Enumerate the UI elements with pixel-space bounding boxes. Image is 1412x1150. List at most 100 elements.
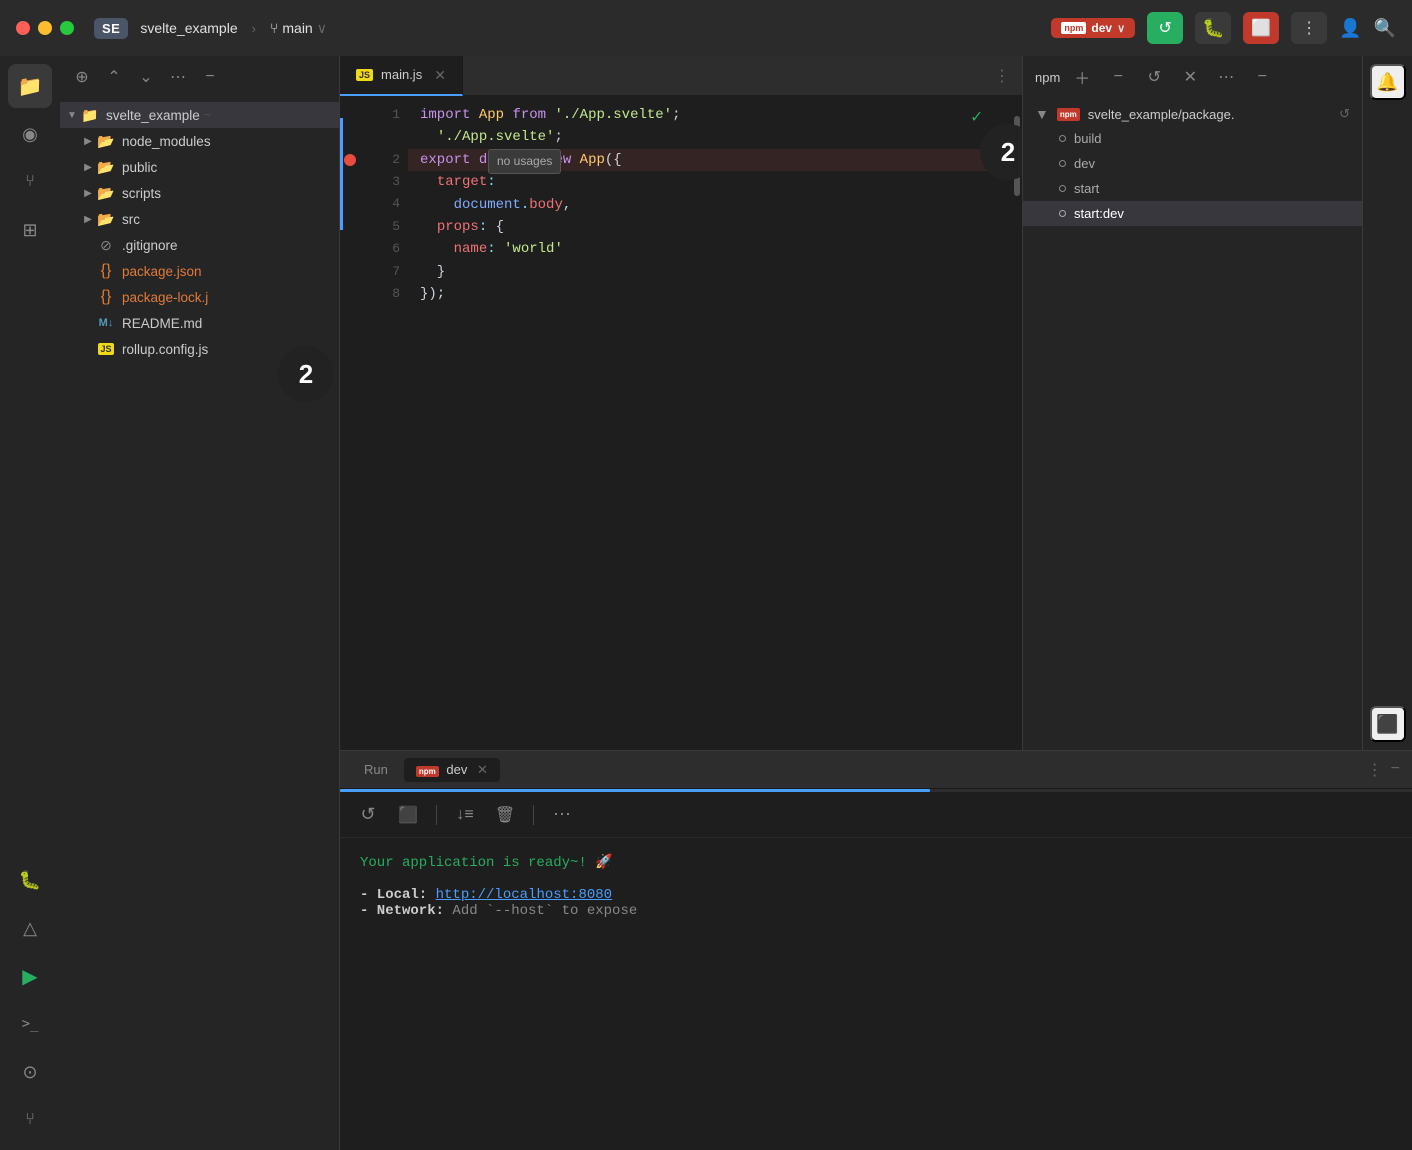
sidebar-item-extensions[interactable]: ⊞ <box>8 208 52 252</box>
more-options-sidebar-button[interactable]: ⋯ <box>164 63 192 91</box>
window-layout-button[interactable]: ⬜ <box>1243 12 1279 44</box>
package-lock-icon: {} <box>96 287 116 307</box>
extensions-icon: ⊞ <box>22 220 37 241</box>
branch-icon: ⑂ <box>25 173 35 191</box>
delete-button[interactable]: 🗑 <box>489 799 521 831</box>
maximize-button[interactable] <box>60 21 74 35</box>
dev-badge[interactable]: npm dev ∨ <box>1051 18 1135 38</box>
expand-button[interactable]: ⌄ <box>132 63 160 91</box>
tree-item-src[interactable]: ▶ 📂 src <box>60 206 339 232</box>
bottom-toolbar: ↺ ⬛ ↓≡ 🗑 ⋯ <box>340 792 1412 838</box>
sidebar-item-git[interactable]: ⑂ <box>8 1098 52 1142</box>
new-file-button[interactable]: ⊕ <box>68 63 96 91</box>
sidebar-item-terminal[interactable]: >_ <box>8 1002 52 1046</box>
search-icon[interactable]: 🔍 <box>1374 18 1396 39</box>
rerun-button[interactable]: ↺ <box>352 799 384 831</box>
tab-label: main.js <box>381 67 422 82</box>
right-bell-button[interactable]: 🔔 <box>1370 64 1406 100</box>
editor-area: 2 JS main.js ✕ ⋮ <box>340 56 1022 750</box>
branch-name[interactable]: ⑂ main ∨ <box>270 20 327 37</box>
terminal-local-line: - Local: http://localhost:8080 <box>360 887 1392 903</box>
collapse-button[interactable]: ⌃ <box>100 63 128 91</box>
tree-root-arrow: ▼ <box>64 107 80 123</box>
npm-stop-button[interactable]: ✕ <box>1176 63 1204 91</box>
minimize-sidebar-button[interactable]: − <box>196 63 224 91</box>
more-options-button[interactable]: ⋮ <box>1291 12 1327 44</box>
rollup-icon: JS <box>96 339 116 359</box>
line-num-2: 2 <box>360 149 400 171</box>
active-line-indicator <box>340 118 343 230</box>
more-bottom-button[interactable]: ⋯ <box>546 799 578 831</box>
tab-dev[interactable]: npm dev ✕ <box>404 758 500 782</box>
tree-item-readme[interactable]: ▶ M↓ README.md <box>60 310 339 336</box>
line-num-4: 4 <box>360 194 400 216</box>
npm-more-button[interactable]: ⋯ <box>1212 63 1240 91</box>
tree-item-public[interactable]: ▶ 📂 public <box>60 154 339 180</box>
npm-root-item[interactable]: ▼ npm svelte_example/package. ↺ <box>1023 102 1362 126</box>
bottom-minimize-icon[interactable]: − <box>1391 760 1400 780</box>
npm-scroll-icon: ↺ <box>1339 106 1350 122</box>
line-num-1: 1 <box>360 104 400 126</box>
node-modules-arrow: ▶ <box>80 133 96 149</box>
person-icon[interactable]: 👤 <box>1339 18 1361 39</box>
bottom-tabs: Run npm dev ✕ ⋮ − <box>340 751 1412 789</box>
sidebar-item-debug[interactable]: 🐛 <box>8 858 52 902</box>
tree-item-gitignore[interactable]: ▶ ⊘ .gitignore <box>60 232 339 258</box>
tree-item-scripts[interactable]: ▶ 📂 scripts <box>60 180 339 206</box>
npm-add-button[interactable]: ＋ <box>1068 63 1096 91</box>
package-json-icon: {} <box>96 261 116 281</box>
npm-script-start-dev[interactable]: start:dev <box>1023 201 1362 226</box>
line-num-8: 8 <box>360 283 400 305</box>
readme-label: README.md <box>122 316 202 331</box>
npm-script-start[interactable]: start <box>1023 176 1362 201</box>
local-url-link[interactable]: http://localhost:8080 <box>436 887 612 903</box>
code-editor[interactable]: ✓ import App from './App.svelte' ; <box>408 96 1012 750</box>
gitignore-label: .gitignore <box>122 238 178 253</box>
npm-minus-button[interactable]: − <box>1104 63 1132 91</box>
line-num-6: 6 <box>360 238 400 260</box>
tree-item-node-modules[interactable]: ▶ 📂 node_modules <box>60 128 339 154</box>
node-modules-label: node_modules <box>122 134 211 149</box>
tree-item-package-lock[interactable]: ▶ {} package-lock.j <box>60 284 339 310</box>
sidebar-item-notifications[interactable]: △ <box>8 906 52 950</box>
sidebar-item-explorer[interactable]: 📁 <box>8 64 52 108</box>
stop-button[interactable]: ⬛ <box>392 799 424 831</box>
editor-more-icon[interactable]: ⋮ <box>994 66 1010 86</box>
npm-root-icon: npm <box>1057 108 1080 121</box>
minimize-button[interactable] <box>38 21 52 35</box>
sidebar-item-run[interactable]: ▶ <box>8 954 52 998</box>
tree-item-rollup[interactable]: ▶ JS rollup.config.js <box>60 336 339 362</box>
scripts-folder-icon: 📂 <box>96 183 116 203</box>
editor-scrollbar[interactable] <box>1012 96 1022 750</box>
bottom-more-icon[interactable]: ⋮ <box>1367 760 1383 780</box>
npm-refresh-button[interactable]: ↺ <box>1140 63 1168 91</box>
sidebar-item-branches[interactable]: ⑂ <box>8 160 52 204</box>
sidebar-item-alerts[interactable]: ⊙ <box>8 1050 52 1094</box>
right-layout-button[interactable]: ⬛ <box>1370 706 1406 742</box>
tree-item-package-json[interactable]: ▶ {} package.json <box>60 258 339 284</box>
debug-icon-button[interactable]: 🐛 <box>1195 12 1231 44</box>
tab-close-button[interactable]: ✕ <box>434 68 446 82</box>
npm-script-build[interactable]: build <box>1023 126 1362 151</box>
npm-script-start-dev-label: start:dev <box>1074 206 1124 221</box>
close-button[interactable] <box>16 21 30 35</box>
file-explorer-sidebar: ⊕ ⌃ ⌄ ⋯ − ▼ 📁 svelte_example ~ ▶ 📂 <box>60 56 340 1150</box>
copilot-button[interactable]: ↺ <box>1147 12 1183 44</box>
sort-button[interactable]: ↓≡ <box>449 799 481 831</box>
tab-main-js[interactable]: JS main.js ✕ <box>340 56 463 96</box>
public-arrow: ▶ <box>80 159 96 175</box>
traffic-lights <box>16 21 74 35</box>
tab-run[interactable]: Run <box>352 758 400 781</box>
code-line-3: target : <box>408 171 1012 193</box>
tree-root-item[interactable]: ▼ 📁 svelte_example ~ <box>60 102 339 128</box>
npm-collapse-button[interactable]: − <box>1248 63 1276 91</box>
project-name[interactable]: svelte_example <box>140 20 237 36</box>
bell-icon: △ <box>23 918 37 939</box>
npm-script-dev[interactable]: dev <box>1023 151 1362 176</box>
sidebar-item-source-control[interactable]: ◉ <box>8 112 52 156</box>
npm-dot-build <box>1059 135 1066 142</box>
title-separator: › <box>252 21 256 36</box>
src-folder-icon: 📂 <box>96 209 116 229</box>
dev-tab-close[interactable]: ✕ <box>477 762 488 777</box>
titlebar: SE svelte_example › ⑂ main ∨ npm dev ∨ ↺… <box>0 0 1412 56</box>
